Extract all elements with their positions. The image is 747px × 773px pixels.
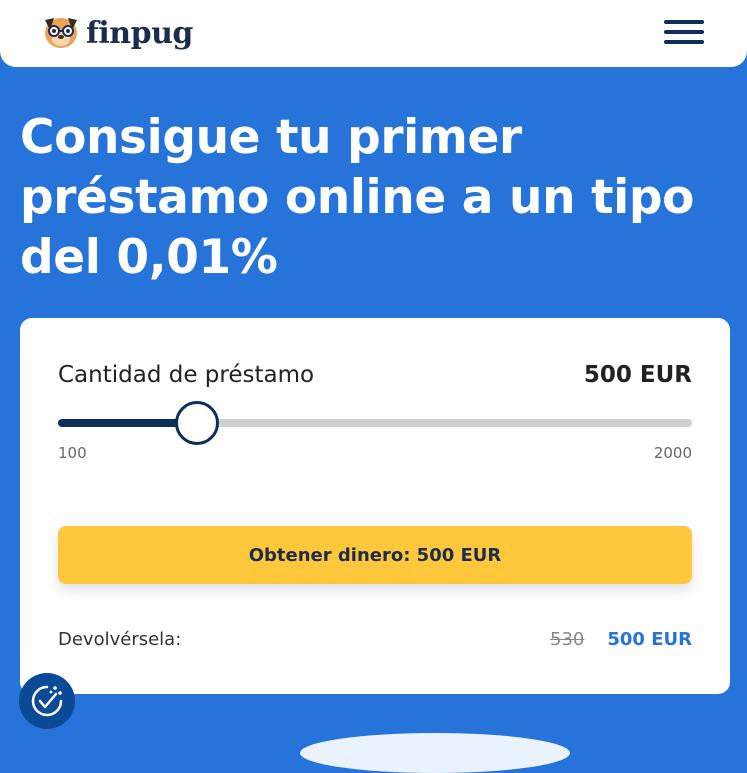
- amount-label: Cantidad de préstamo: [58, 362, 315, 388]
- repay-old-amount: 530: [550, 629, 585, 650]
- amount-slider[interactable]: [58, 401, 692, 445]
- hamburger-menu-icon[interactable]: [664, 20, 704, 46]
- repay-new-amount: 500 EUR: [607, 629, 692, 650]
- pug-logo-icon: [40, 14, 82, 54]
- loan-calculator-card: Cantidad de préstamo 500 EUR 100 2000 Ob…: [20, 318, 730, 694]
- repay-label: Devolvérsela:: [58, 629, 182, 650]
- amount-value: 500 EUR: [583, 362, 692, 388]
- slider-max-label: 2000: [653, 444, 692, 462]
- slider-min-label: 100: [58, 444, 87, 462]
- cookie-consent-icon[interactable]: [19, 673, 75, 729]
- hero-title: Consigue tu primer préstamo online a un …: [20, 110, 695, 285]
- get-money-button[interactable]: Obtener dinero: 500 EUR: [58, 526, 692, 584]
- brand-name: finpug: [86, 16, 193, 51]
- slider-thumb[interactable]: [175, 401, 220, 445]
- site-header: finpug: [0, 0, 747, 67]
- decorative-wave: [300, 733, 570, 773]
- brand-logo[interactable]: finpug: [40, 14, 193, 54]
